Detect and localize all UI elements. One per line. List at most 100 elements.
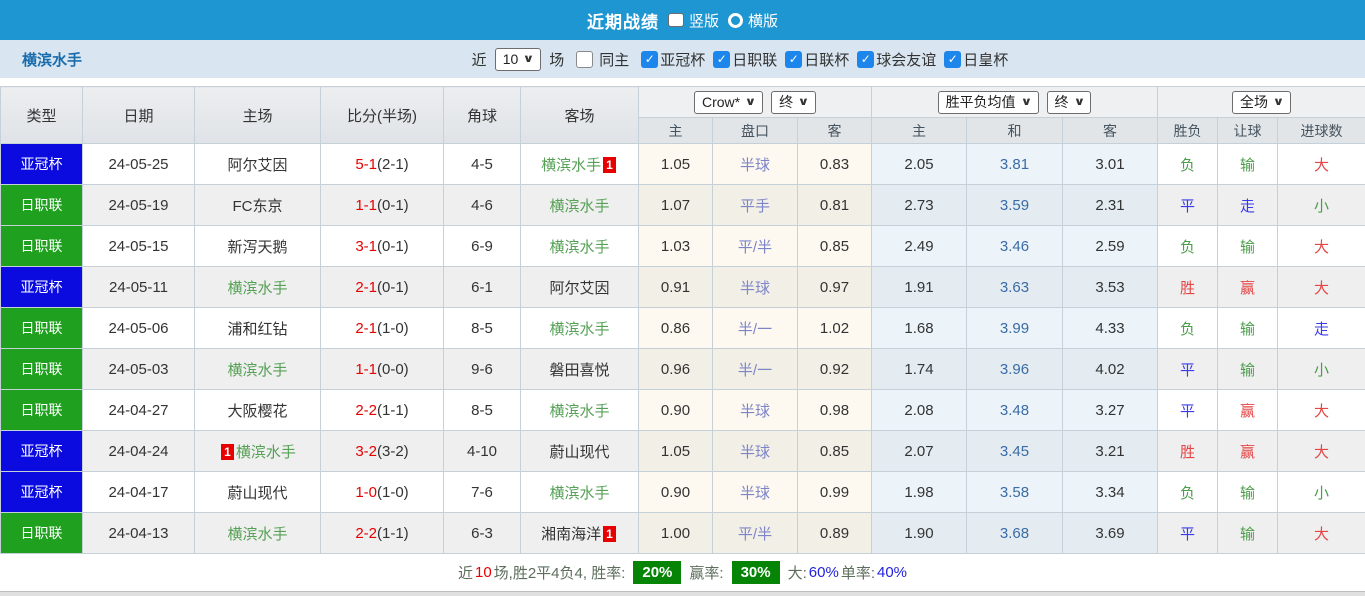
col-asia-away-odds: 0.83 (798, 144, 872, 185)
full-time-score: 3-1 (355, 238, 377, 255)
col-asia-home-odds: 1.07 (639, 185, 713, 226)
team-link[interactable]: 阿尔艾因 (549, 280, 609, 297)
col-away-team: 阿尔艾因 (521, 267, 639, 308)
col-date: 24-05-15 (83, 226, 195, 267)
summary-text: 大: (788, 562, 807, 583)
odds-company-value: Crow* (702, 94, 740, 111)
col-asia-away-odds: 0.89 (798, 513, 872, 554)
layout-radio-horizontal[interactable]: 横版 (728, 10, 778, 31)
same-home-checkbox[interactable] (576, 51, 593, 68)
europe-odds-select[interactable]: 胜平负均值 ∨ (938, 91, 1039, 114)
col-asia-away-odds: 0.81 (798, 185, 872, 226)
col-score: 2-1(0-1) (321, 267, 444, 308)
col-asia-home-odds: 0.90 (639, 472, 713, 513)
summary-text: 单率: (841, 562, 875, 583)
team-link[interactable]: 横滨水手 (227, 526, 287, 543)
table-row: 日职联24-04-27大阪樱花2-2(1-1)8-5横滨水手0.90半球0.98… (1, 390, 1365, 431)
col-date: 24-04-24 (83, 431, 195, 472)
chevron-down-icon: ∨ (1073, 94, 1085, 111)
layout-radio-vertical[interactable]: 竖版 (668, 10, 719, 31)
col-asia-away-odds: 1.02 (798, 308, 872, 349)
sub-header-1: 盘口 (713, 118, 798, 144)
team-link[interactable]: 横滨水手 (549, 485, 609, 502)
col-euro-draw-odds: 3.59 (967, 185, 1063, 226)
col-goals-result: 小 (1278, 185, 1365, 226)
col-goals-result: 小 (1278, 349, 1365, 390)
col-asia-away-odds: 0.85 (798, 226, 872, 267)
half-time-score: (0-1) (377, 197, 409, 214)
col-result: 胜 (1158, 267, 1218, 308)
col-asia-home-odds: 0.90 (639, 390, 713, 431)
radio-unselected-icon[interactable] (728, 13, 743, 28)
team-link[interactable]: 新泻天鹅 (227, 239, 287, 256)
col-handicap-result: 输 (1218, 226, 1278, 267)
col-handicap: 半球 (713, 431, 798, 472)
radio-selected-icon[interactable] (668, 13, 684, 27)
team-link[interactable]: 横滨水手 (549, 239, 609, 256)
odds-time-select[interactable]: 终 ∨ (771, 91, 816, 114)
col-euro-away-odds: 2.59 (1063, 226, 1158, 267)
col-handicap-result: 赢 (1218, 267, 1278, 308)
team-link[interactable]: 横滨水手 (549, 321, 609, 338)
col-asia-away-odds: 0.92 (798, 349, 872, 390)
chevron-down-icon: ∨ (1020, 94, 1032, 111)
col-date: 24-05-19 (83, 185, 195, 226)
europe-time-select[interactable]: 终 ∨ (1047, 91, 1092, 114)
scope-select[interactable]: 全场 ∨ (1232, 91, 1291, 114)
col-asia-home-odds: 0.91 (639, 267, 713, 308)
league-checkbox-2[interactable]: ✓ (785, 51, 802, 68)
col-home-team: 浦和红钻 (195, 308, 321, 349)
col-handicap: 半球 (713, 144, 798, 185)
col-euro-away-odds: 3.69 (1063, 513, 1158, 554)
team-link[interactable]: 湘南海洋 (541, 526, 601, 543)
team-link[interactable]: 蔚山现代 (227, 485, 287, 502)
team-link[interactable]: 横滨水手 (236, 444, 296, 461)
summary-text: 10 (475, 564, 492, 581)
team-link[interactable]: 磐田喜悦 (549, 362, 609, 379)
sub-header-8: 进球数 (1278, 118, 1365, 144)
team-link[interactable]: 横滨水手 (227, 280, 287, 297)
sub-header-0: 主 (639, 118, 713, 144)
col-handicap-result: 赢 (1218, 431, 1278, 472)
full-time-score: 3-2 (355, 443, 377, 460)
team-link[interactable]: 浦和红钻 (227, 321, 287, 338)
col-euro-home-odds: 1.74 (872, 349, 967, 390)
team-link[interactable]: FC东京 (233, 198, 283, 215)
col-handicap-result: 走 (1218, 185, 1278, 226)
col-home-team: 横滨水手 (195, 267, 321, 308)
col-home-team: 横滨水手 (195, 349, 321, 390)
col-type: 日职联 (1, 185, 83, 226)
team-link[interactable]: 横滨水手 (549, 403, 609, 420)
full-time-score: 1-0 (355, 484, 377, 501)
col-score: 1-1(0-1) (321, 185, 444, 226)
odds-time-value: 终 (779, 94, 793, 111)
col-home-team: 阿尔艾因 (195, 144, 321, 185)
filters-group: 近 10 ∨ 场 同主 ✓亚冠杯✓日职联✓日联杯✓球会友谊✓日皇杯 (357, 48, 1009, 71)
league-checkbox-4[interactable]: ✓ (944, 51, 961, 68)
col-home-team: 1横滨水手 (195, 431, 321, 472)
league-checkbox-3[interactable]: ✓ (857, 51, 874, 68)
team-link[interactable]: 横滨水手 (541, 157, 601, 174)
col-euro-draw-odds: 3.63 (967, 267, 1063, 308)
col-euro-draw-odds: 3.46 (967, 226, 1063, 267)
col-handicap: 平/半 (713, 226, 798, 267)
team-link[interactable]: 横滨水手 (227, 362, 287, 379)
full-time-score: 2-2 (355, 525, 377, 542)
summary-text: 40% (877, 564, 907, 581)
col-euro-draw-odds: 3.45 (967, 431, 1063, 472)
full-time-score: 2-1 (355, 320, 377, 337)
near-games-select[interactable]: 10 ∨ (495, 48, 542, 71)
col-euro-home-odds: 2.73 (872, 185, 967, 226)
table-row: 日职联24-05-15新泻天鹅3-1(0-1)6-9横滨水手1.03平/半0.8… (1, 226, 1365, 267)
col-goals-result: 大 (1278, 267, 1365, 308)
team-link[interactable]: 蔚山现代 (549, 444, 609, 461)
col-euro-away-odds: 3.27 (1063, 390, 1158, 431)
team-link[interactable]: 阿尔艾因 (227, 157, 287, 174)
col-asia-away-odds: 0.97 (798, 267, 872, 308)
team-link[interactable]: 大阪樱花 (227, 403, 287, 420)
col-away-team: 横滨水手 (521, 390, 639, 431)
odds-company-select[interactable]: Crow* ∨ (694, 91, 763, 114)
league-checkbox-0[interactable]: ✓ (641, 51, 658, 68)
league-checkbox-1[interactable]: ✓ (713, 51, 730, 68)
team-link[interactable]: 横滨水手 (549, 198, 609, 215)
